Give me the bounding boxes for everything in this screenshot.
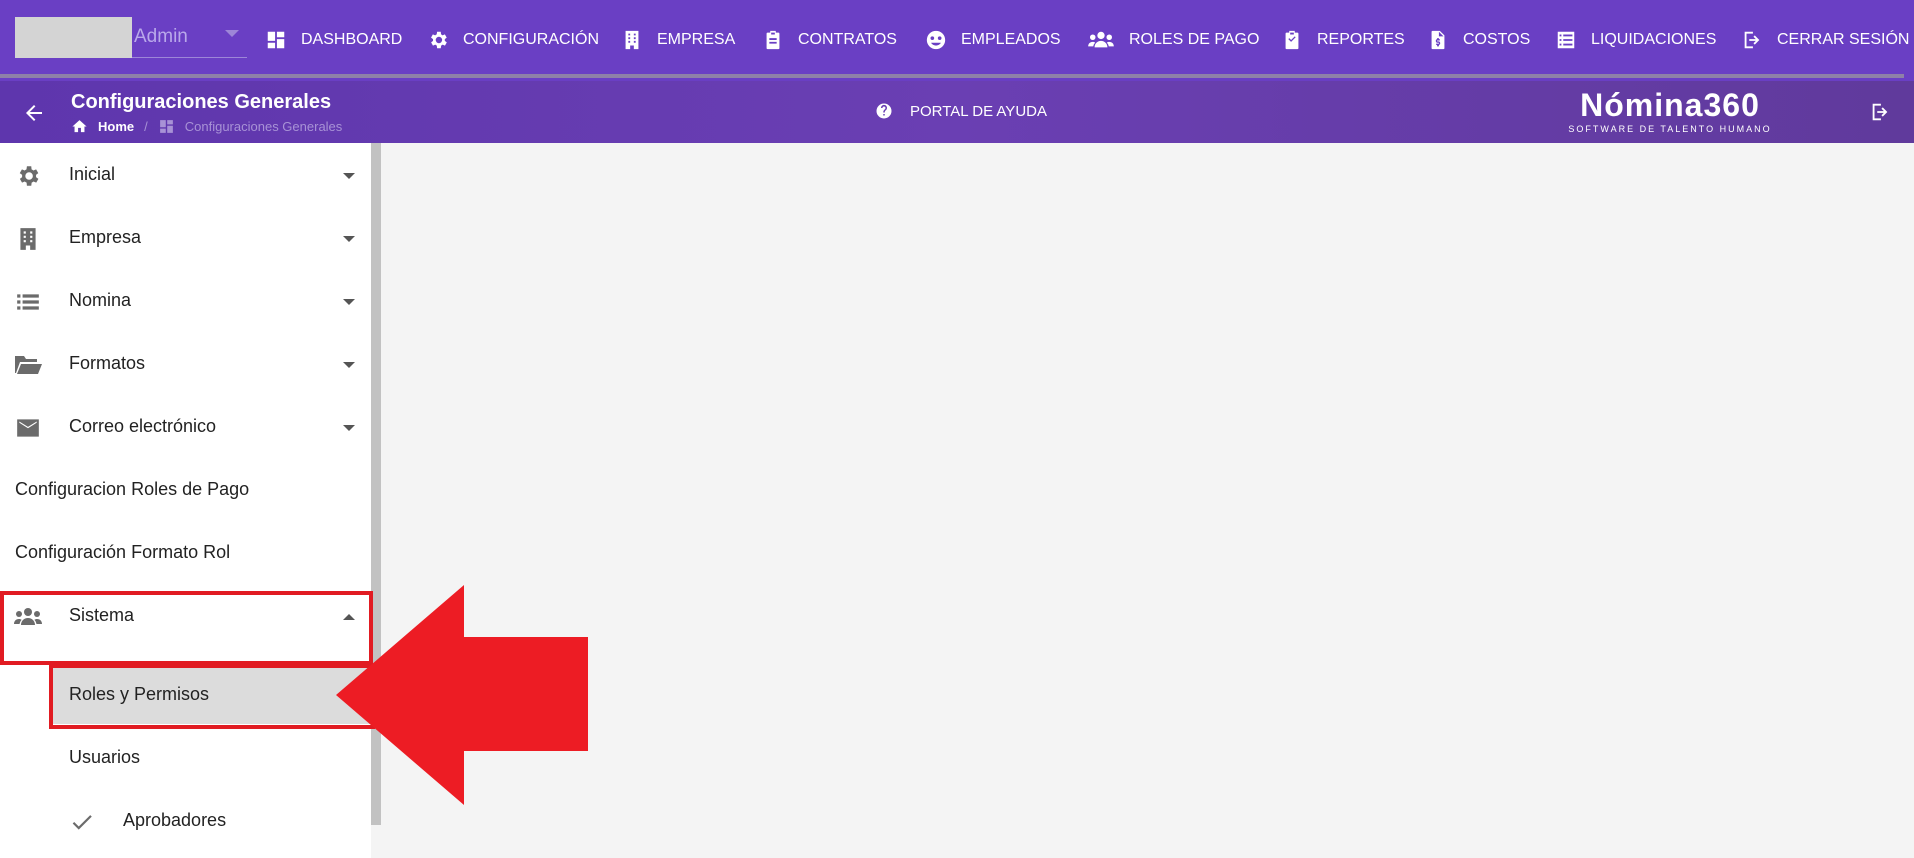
sidebar-subitem-usuarios[interactable]: Usuarios <box>0 726 371 789</box>
sidebar-item-formatos[interactable]: Formatos <box>0 332 371 395</box>
list-icon <box>17 294 39 310</box>
pointer-arrow-icon <box>336 585 588 805</box>
sidebar-subitem-aprobadores[interactable]: Aprobadores <box>0 789 371 852</box>
nav-label: CONTRATOS <box>798 31 897 48</box>
arrow-left-icon <box>26 105 42 121</box>
sidebar: Inicial Empresa Nomina Formatos Correo e… <box>0 143 371 858</box>
nav-label: EMPRESA <box>657 31 736 48</box>
sidebar-item-empresa[interactable]: Empresa <box>0 206 371 269</box>
building-icon <box>20 228 36 250</box>
logo-main: Nómina360 <box>1580 87 1760 123</box>
sidebar-item-label: Empresa <box>69 227 142 247</box>
check-icon <box>72 815 92 830</box>
nav-label: REPORTES <box>1317 31 1405 48</box>
gear-icon <box>19 166 39 186</box>
clipboard-icon <box>766 30 780 50</box>
invoice-icon <box>1431 30 1445 50</box>
breadcrumb: Home / Configuraciones Generales <box>71 118 342 135</box>
nav-empresa[interactable]: EMPRESA <box>621 28 735 52</box>
folder-open-icon <box>15 356 42 374</box>
nav-label: ROLES DE PAGO <box>1129 31 1260 48</box>
chevron-down-icon <box>343 425 355 431</box>
nav-roles-de-pago[interactable]: ROLES DE PAGO <box>1087 28 1259 52</box>
help-label: PORTAL DE AYUDA <box>910 102 1047 120</box>
avatar <box>15 17 132 58</box>
logout-icon <box>1872 103 1888 121</box>
nav-label: COSTOS <box>1463 31 1531 48</box>
highlight-roles-y-permisos <box>49 664 375 729</box>
nav-cerrar-sesion[interactable]: CERRAR SESIÓN <box>1741 28 1909 52</box>
list-icon <box>1557 31 1575 49</box>
sidebar-item-label: Aprobadores <box>123 810 227 830</box>
nav-contratos[interactable]: CONTRATOS <box>762 28 897 52</box>
dashboard-icon <box>159 120 173 133</box>
logo-tagline: SOFTWARE DE TALENTO HUMANO <box>1568 124 1772 134</box>
user-name: Admin <box>134 26 188 47</box>
sidebar-item-label: Formatos <box>69 353 146 373</box>
nav-liquidaciones[interactable]: LIQUIDACIONES <box>1555 28 1716 52</box>
logo: Nómina360 SOFTWARE DE TALENTO HUMANO <box>1568 87 1772 135</box>
chevron-down-icon <box>343 236 355 242</box>
employees-icon <box>926 30 946 50</box>
mail-icon <box>17 419 39 437</box>
page-header: Configuraciones Generales Home / Configu… <box>0 81 1914 143</box>
nav-label: DASHBOARD <box>301 31 403 48</box>
breadcrumb-current: Configuraciones Generales <box>184 119 343 134</box>
report-icon <box>1285 30 1299 50</box>
chevron-down-icon <box>343 173 355 179</box>
home-icon <box>72 120 87 133</box>
top-navigation-bar: Admin DASHBOARD CONFIGURACIÓN EMPRESA CO… <box>0 0 1914 81</box>
sidebar-item-configuracion-roles-de-pago[interactable]: Configuracion Roles de Pago <box>0 458 371 521</box>
nav-label: CONFIGURACIÓN <box>463 31 599 48</box>
sidebar-item-label: Inicial <box>69 164 116 184</box>
help-portal-link[interactable]: PORTAL DE AYUDA <box>875 102 1047 120</box>
top-divider <box>0 74 1904 78</box>
sidebar-item-label: Configuracion Roles de Pago <box>15 479 250 499</box>
nav-reportes[interactable]: REPORTES <box>1281 28 1405 52</box>
main-content <box>381 143 1914 858</box>
gear-icon <box>431 31 447 49</box>
page-title: Configuraciones Generales <box>71 91 332 113</box>
breadcrumb-home[interactable]: Home <box>98 119 134 134</box>
breadcrumb-separator: / <box>144 119 148 134</box>
sidebar-item-label: Correo electrónico <box>69 416 217 436</box>
sidebar-item-correo[interactable]: Correo electrónico <box>0 395 371 458</box>
logout-button[interactable] <box>1869 101 1891 128</box>
nav-empleados[interactable]: EMPLEADOS <box>925 28 1061 52</box>
sidebar-item-label: Usuarios <box>69 747 141 767</box>
nav-label: EMPLEADOS <box>961 31 1061 48</box>
chevron-down-icon <box>343 362 355 368</box>
building-icon <box>625 30 639 50</box>
chevron-down-icon <box>343 299 355 305</box>
sidebar-item-inicial[interactable]: Inicial <box>0 143 371 206</box>
highlight-sistema <box>0 591 373 665</box>
logout-icon <box>1744 31 1760 49</box>
back-button[interactable] <box>22 101 46 125</box>
nav-dashboard[interactable]: DASHBOARD <box>265 28 402 52</box>
nav-label: CERRAR SESIÓN <box>1777 31 1910 48</box>
nav-costos[interactable]: COSTOS <box>1427 28 1530 52</box>
sidebar-item-configuracion-formato-rol[interactable]: Configuración Formato Rol <box>0 521 371 584</box>
nav-configuracion[interactable]: CONFIGURACIÓN <box>427 28 599 52</box>
chevron-down-icon <box>225 30 239 37</box>
sidebar-item-label: Nomina <box>69 290 132 310</box>
dashboard-icon <box>267 31 285 49</box>
nav-label: LIQUIDACIONES <box>1591 31 1717 48</box>
users-icon <box>1088 31 1114 48</box>
sidebar-item-label: Configuración Formato Rol <box>15 542 231 562</box>
sidebar-item-nomina[interactable]: Nomina <box>0 269 371 332</box>
user-selector[interactable]: Admin <box>15 17 247 58</box>
help-icon <box>876 103 892 119</box>
